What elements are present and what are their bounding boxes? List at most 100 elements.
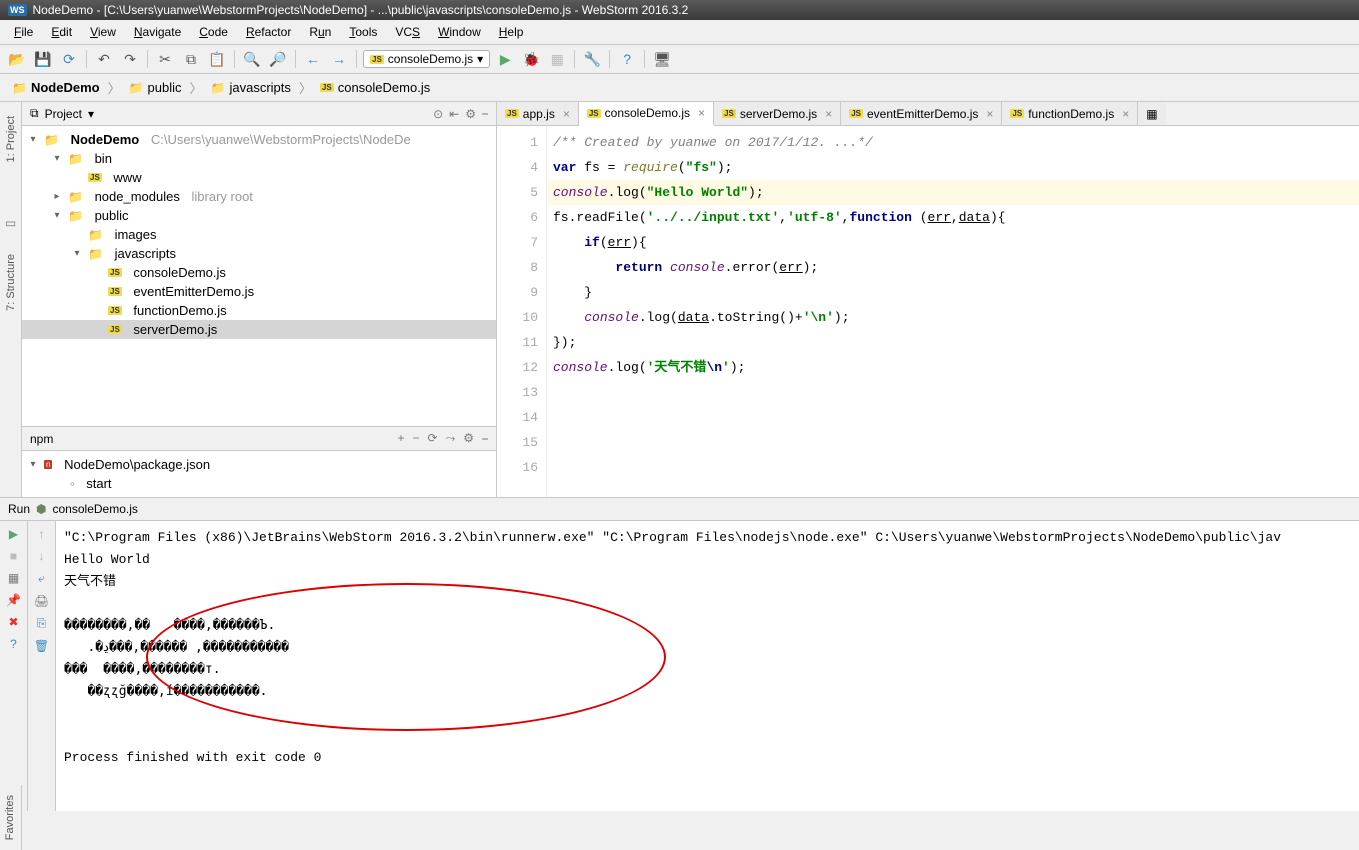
tab-eventemitterdemo[interactable]: JSeventEmitterDemo.js×	[841, 102, 1002, 125]
add-icon[interactable]: +	[398, 431, 405, 446]
tree-file-console[interactable]: JS consoleDemo.js	[22, 263, 496, 282]
help-icon[interactable]: ?	[616, 48, 638, 70]
close-icon[interactable]: ×	[986, 107, 993, 121]
print-icon[interactable]: 🖨	[34, 594, 49, 608]
forward-icon[interactable]: →	[328, 48, 350, 70]
menu-help[interactable]: Help	[491, 22, 532, 42]
code-body[interactable]: /** Created by yuanwe on 2017/1/12. ...*…	[547, 126, 1359, 497]
tab-app[interactable]: JSapp.js×	[497, 102, 579, 125]
chevron-down-icon[interactable]: ▾	[88, 107, 94, 121]
npm-tree[interactable]: ▾n NodeDemo\package.json ◦ start	[22, 451, 496, 497]
tool-window-project-tab[interactable]: 1: Project	[3, 112, 19, 166]
gear-icon[interactable]: ⚙	[463, 431, 474, 446]
refresh-icon[interactable]: ⟳	[428, 431, 438, 446]
menu-navigate[interactable]: Navigate	[126, 22, 189, 42]
coverage-icon[interactable]: ▦	[546, 48, 568, 70]
remove-icon[interactable]: −	[413, 431, 420, 446]
cut-icon[interactable]: ✂	[154, 48, 176, 70]
breadcrumb-javascripts[interactable]: javascripts	[207, 78, 295, 97]
close-icon[interactable]: ×	[698, 106, 705, 120]
run-config-name: consoleDemo.js	[53, 502, 138, 516]
breadcrumb-root[interactable]: NodeDemo	[8, 78, 104, 97]
rerun-icon[interactable]: ▶	[9, 527, 18, 541]
replace-icon[interactable]: 🔎	[267, 48, 289, 70]
menu-refactor[interactable]: Refactor	[238, 22, 299, 42]
tree-public[interactable]: ▾ public	[22, 206, 496, 225]
run-configuration-selector[interactable]: JS consoleDemo.js ▾	[363, 50, 490, 68]
menu-window[interactable]: Window	[430, 22, 489, 42]
tree-file-eventemitter[interactable]: JS eventEmitterDemo.js	[22, 282, 496, 301]
tree-javascripts[interactable]: ▾ javascripts	[22, 244, 496, 263]
find-icon[interactable]: 🔍	[241, 48, 263, 70]
settings-icon[interactable]: 🔧	[581, 48, 603, 70]
back-icon[interactable]: ←	[302, 48, 324, 70]
menu-tools[interactable]: Tools	[341, 22, 385, 42]
project-view-icon: ⧉	[30, 106, 39, 121]
project-panel-title[interactable]: Project	[45, 107, 82, 121]
breadcrumb-public[interactable]: public	[125, 78, 186, 97]
menu-file[interactable]: File	[6, 22, 41, 42]
bookmark-icon[interactable]: ▭	[5, 216, 16, 230]
menu-code[interactable]: Code	[191, 22, 236, 42]
help-icon[interactable]: ?	[10, 637, 17, 651]
js-icon: JS	[849, 109, 863, 118]
menu-edit[interactable]: Edit	[43, 22, 80, 42]
menu-vcs[interactable]: VCS	[387, 22, 428, 42]
scroll-to-icon[interactable]: ⊙	[433, 107, 443, 121]
run-script-icon[interactable]: ⤳	[446, 431, 456, 446]
tool-window-structure-tab[interactable]: 7: Structure	[3, 250, 19, 315]
project-tree[interactable]: ▾ NodeDemo C:\Users\yuanwe\WebstormProje…	[22, 126, 496, 426]
pin-icon[interactable]: 📌	[6, 593, 21, 607]
gear-icon[interactable]: ⚙	[465, 107, 476, 121]
close-icon[interactable]: ✖	[8, 615, 18, 629]
copy-icon[interactable]: ⧉	[180, 48, 202, 70]
tool-window-favorites-tab[interactable]: Favorites	[2, 791, 18, 844]
close-icon[interactable]: ×	[825, 107, 832, 121]
tree-bin[interactable]: ▾ bin	[22, 149, 496, 168]
tree-node-modules[interactable]: ▸ node_modules library root	[22, 187, 496, 206]
dump-icon[interactable]: ▦	[8, 571, 19, 585]
js-icon: JS	[108, 325, 122, 334]
code-editor[interactable]: 145678910111213141516 /** Created by yua…	[497, 126, 1359, 497]
hide-icon[interactable]: ⎯	[482, 106, 488, 121]
run-icon[interactable]: ▶	[494, 48, 516, 70]
tree-file-function[interactable]: JS functionDemo.js	[22, 301, 496, 320]
tree-root[interactable]: ▾ NodeDemo C:\Users\yuanwe\WebstormProje…	[22, 130, 496, 149]
debug-icon[interactable]: 🐞	[520, 48, 542, 70]
main-row: 1: Project ▭ 7: Structure ⧉ Project ▾ ⊙ …	[0, 102, 1359, 497]
scroll-icon[interactable]: ⎘	[37, 616, 47, 631]
tab-consoledemo[interactable]: JSconsoleDemo.js×	[579, 102, 714, 126]
close-icon[interactable]: ×	[563, 107, 570, 121]
tab-more[interactable]: ▦	[1138, 102, 1165, 125]
tab-functiondemo[interactable]: JSfunctionDemo.js×	[1002, 102, 1138, 125]
sync-icon[interactable]: ⟳	[58, 48, 80, 70]
browser-icon[interactable]: 🖥	[651, 48, 673, 70]
collapse-icon[interactable]: ⇤	[449, 107, 459, 121]
hide-icon[interactable]: ⎯	[482, 431, 488, 446]
down-icon[interactable]: ↓	[39, 549, 45, 563]
editor-area: JSapp.js× JSconsoleDemo.js× JSserverDemo…	[497, 102, 1359, 497]
save-icon[interactable]: 💾	[32, 48, 54, 70]
tree-images[interactable]: images	[22, 225, 496, 244]
wrap-icon[interactable]: ⤶	[38, 571, 45, 586]
menu-run[interactable]: Run	[301, 22, 339, 42]
tree-file-server[interactable]: JS serverDemo.js	[22, 320, 496, 339]
separator	[234, 50, 235, 68]
paste-icon[interactable]: 📋	[206, 48, 228, 70]
tree-www[interactable]: JS www	[22, 168, 496, 187]
open-icon[interactable]: 📂	[6, 48, 28, 70]
up-icon[interactable]: ↑	[39, 527, 45, 541]
breadcrumb-file[interactable]: JSconsoleDemo.js	[316, 78, 434, 97]
npm-script-start[interactable]: ◦ start	[22, 474, 496, 493]
menu-view[interactable]: View	[82, 22, 124, 42]
npm-package[interactable]: ▾n NodeDemo\package.json	[22, 455, 496, 474]
console-output[interactable]: "C:\Program Files (x86)\JetBrains\WebSto…	[56, 521, 1359, 811]
redo-icon[interactable]: ↷	[119, 48, 141, 70]
tab-serverdemo[interactable]: JSserverDemo.js×	[714, 102, 841, 125]
stop-icon[interactable]: ■	[10, 549, 17, 563]
js-icon: JS	[587, 109, 601, 118]
run-toolbar-left: ▶ ■ ▦ 📌 ✖ ?	[0, 521, 28, 811]
undo-icon[interactable]: ↶	[93, 48, 115, 70]
clear-icon[interactable]: 🗑	[34, 639, 49, 653]
close-icon[interactable]: ×	[1122, 107, 1129, 121]
